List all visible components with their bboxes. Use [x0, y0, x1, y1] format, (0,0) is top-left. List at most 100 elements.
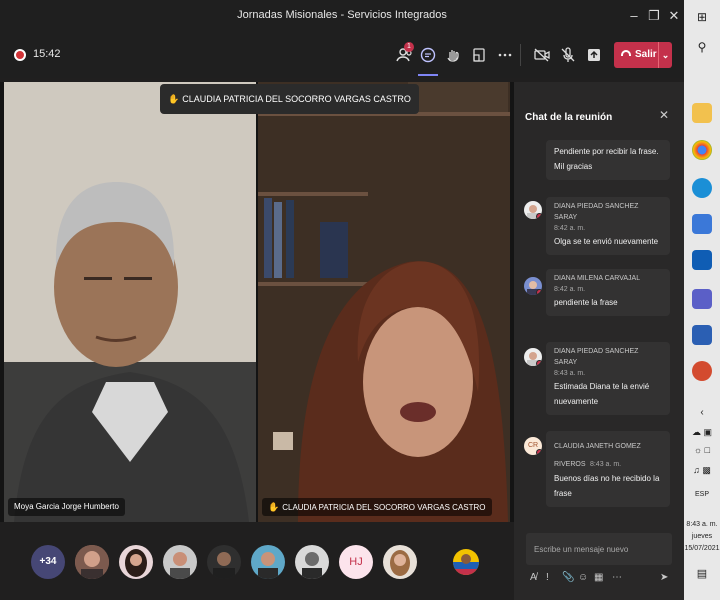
participant-avatar[interactable] [207, 545, 241, 579]
recording-icon [14, 49, 26, 61]
leave-button[interactable]: Salir ⌄ [614, 42, 672, 68]
chat-message: Pendiente por recibir la frase. Mil grac… [524, 140, 674, 184]
sender-avatar [524, 201, 542, 219]
sender-avatar [524, 277, 542, 295]
clock-date[interactable]: 15/07/2021 [684, 544, 720, 553]
participant-name-label: Moya Garcia Jorge Humberto [8, 498, 125, 516]
notifications-icon[interactable]: ▤ [684, 569, 720, 580]
format-icon[interactable]: A̸ [530, 572, 537, 583]
rooms-icon [473, 48, 485, 62]
participant-avatar[interactable] [75, 545, 109, 579]
participant-avatar[interactable] [295, 545, 329, 579]
emoji-icon[interactable]: ☺ [578, 572, 588, 583]
video-tile-1[interactable]: Moya Garcia Jorge Humberto [4, 82, 256, 522]
message-time: 8:43 a. m. [589, 461, 622, 468]
gif-icon[interactable]: ▦ [594, 572, 603, 583]
volume-icon[interactable]: ♫ ▩ [684, 466, 720, 475]
message-bubble: DIANA PIEDAD SANCHEZ SARAY 8:43 a. m. Es… [546, 342, 670, 415]
participant-avatar[interactable] [453, 549, 479, 575]
send-icon[interactable]: ➤ [660, 572, 668, 583]
mail-icon[interactable] [692, 214, 712, 234]
video-stage: Moya Garcia Jorge Humberto ✋ CLAUDIA PATR… [0, 82, 514, 522]
sender-avatar [524, 348, 542, 366]
message-bubble: DIANA MILENA CARVAJAL 8:42 a. m. pendien… [546, 269, 670, 316]
camera-off-icon [534, 48, 550, 62]
participant-name-text: CLAUDIA PATRICIA DEL SOCORRO VARGAS CAST… [282, 503, 486, 512]
word-icon[interactable] [692, 325, 712, 345]
rooms-button[interactable] [468, 44, 490, 66]
participants-badge: 1 [404, 42, 414, 52]
mic-toggle-button[interactable] [557, 44, 579, 66]
participant-name-label: ✋ CLAUDIA PATRICIA DEL SOCORRO VARGAS CAS… [262, 498, 492, 516]
participant-initials-avatar[interactable]: HJ [339, 545, 373, 579]
close-window-button[interactable]: ✕ [664, 6, 684, 26]
teams-icon[interactable] [692, 289, 712, 309]
chat-icon [420, 47, 436, 63]
message-sender: DIANA MILENA CARVAJAL [554, 275, 641, 282]
participant-avatar[interactable] [251, 545, 285, 579]
sender-initials-avatar: CR [524, 437, 542, 455]
maximize-button[interactable]: ❐ [644, 6, 664, 26]
edge-icon[interactable] [692, 178, 712, 198]
priority-icon[interactable]: ! [546, 572, 549, 583]
language-indicator[interactable]: ESP [684, 490, 720, 499]
avatar-photo [207, 545, 241, 579]
raised-hand-banner: ✋ CLAUDIA PATRICIA DEL SOCORRO VARGAS CAS… [160, 84, 419, 114]
toolbar-divider [520, 44, 521, 66]
outlook-icon[interactable] [692, 250, 712, 270]
camera-toggle-button[interactable] [531, 44, 553, 66]
file-explorer-icon[interactable] [692, 103, 712, 123]
compose-toolbar: A̸ ! 📎 ☺ ▦ ⋯ ➤ [528, 572, 678, 588]
chrome-icon[interactable] [692, 140, 712, 160]
participant-avatar[interactable] [119, 545, 153, 579]
clock-day[interactable]: jueves [684, 532, 720, 541]
more-participants-button[interactable]: +34 [31, 545, 65, 579]
leave-options-chevron-icon[interactable]: ⌄ [658, 42, 672, 68]
mic-off-icon [561, 47, 575, 62]
participant-video-2 [258, 82, 510, 522]
message-text: Pendiente por recibir la frase. Mil grac… [554, 147, 659, 171]
more-icon [498, 53, 512, 57]
chat-message: CR CLAUDIA JANETH GOMEZ RIVEROS 8:43 a. … [524, 431, 674, 507]
busy-status-icon [536, 360, 542, 366]
clock-time[interactable]: 8:43 a. m. [684, 520, 720, 529]
sender-initials: CR [527, 442, 539, 449]
network-icon[interactable]: ☼ □ [684, 446, 720, 455]
attach-icon[interactable]: 📎 [562, 572, 574, 583]
raise-hand-button[interactable] [442, 44, 464, 66]
chat-panel-title: Chat de la reunión [525, 112, 613, 123]
message-input[interactable] [526, 533, 672, 565]
avatar-photo [453, 549, 479, 575]
message-bubble: DIANA PIEDAD SANCHEZ SARAY 8:42 a. m. Ol… [546, 197, 670, 255]
message-time: 8:42 a. m. [554, 286, 586, 293]
chat-message: DIANA MILENA CARVAJAL 8:42 a. m. pendien… [524, 269, 674, 327]
video-tile-2[interactable]: ✋ CLAUDIA PATRICIA DEL SOCORRO VARGAS CAS… [258, 82, 510, 522]
app-icon[interactable] [692, 361, 712, 381]
share-icon [588, 49, 600, 61]
raised-hand-banner-text: CLAUDIA PATRICIA DEL SOCORRO VARGAS CAST… [182, 94, 411, 104]
more-compose-icon[interactable]: ⋯ [612, 572, 622, 583]
message-text: Olga se te envió nuevamente [554, 237, 659, 246]
chat-message: DIANA PIEDAD SANCHEZ SARAY 8:42 a. m. Ol… [524, 197, 674, 255]
search-icon[interactable]: ⚲ [692, 40, 712, 60]
tray-icons[interactable]: ☁ ▣ [684, 428, 720, 437]
minimize-button[interactable]: – [624, 6, 644, 26]
participant-video-1 [4, 82, 256, 522]
window-title: Jornadas Misionales - Servicios Integrad… [237, 9, 447, 21]
message-time: 8:42 a. m. [554, 225, 586, 232]
call-timer: 15:42 [33, 48, 61, 60]
avatar-photo [75, 545, 109, 579]
participant-avatar[interactable] [163, 545, 197, 579]
message-time: 8:43 a. m. [554, 370, 586, 377]
chat-button[interactable] [417, 44, 439, 66]
windows-start-icon[interactable]: ⊞ [692, 10, 712, 30]
message-sender: DIANA PIEDAD SANCHEZ SARAY [554, 203, 639, 221]
avatar-photo [163, 545, 197, 579]
raised-hand-icon: ✋ [268, 502, 280, 512]
share-button[interactable] [583, 44, 605, 66]
close-chat-icon[interactable]: ✕ [659, 108, 669, 122]
chevron-up-icon[interactable]: ‹ [684, 408, 720, 418]
message-compose-box[interactable] [526, 533, 672, 565]
more-options-button[interactable] [494, 44, 516, 66]
participant-avatar[interactable] [383, 545, 417, 579]
